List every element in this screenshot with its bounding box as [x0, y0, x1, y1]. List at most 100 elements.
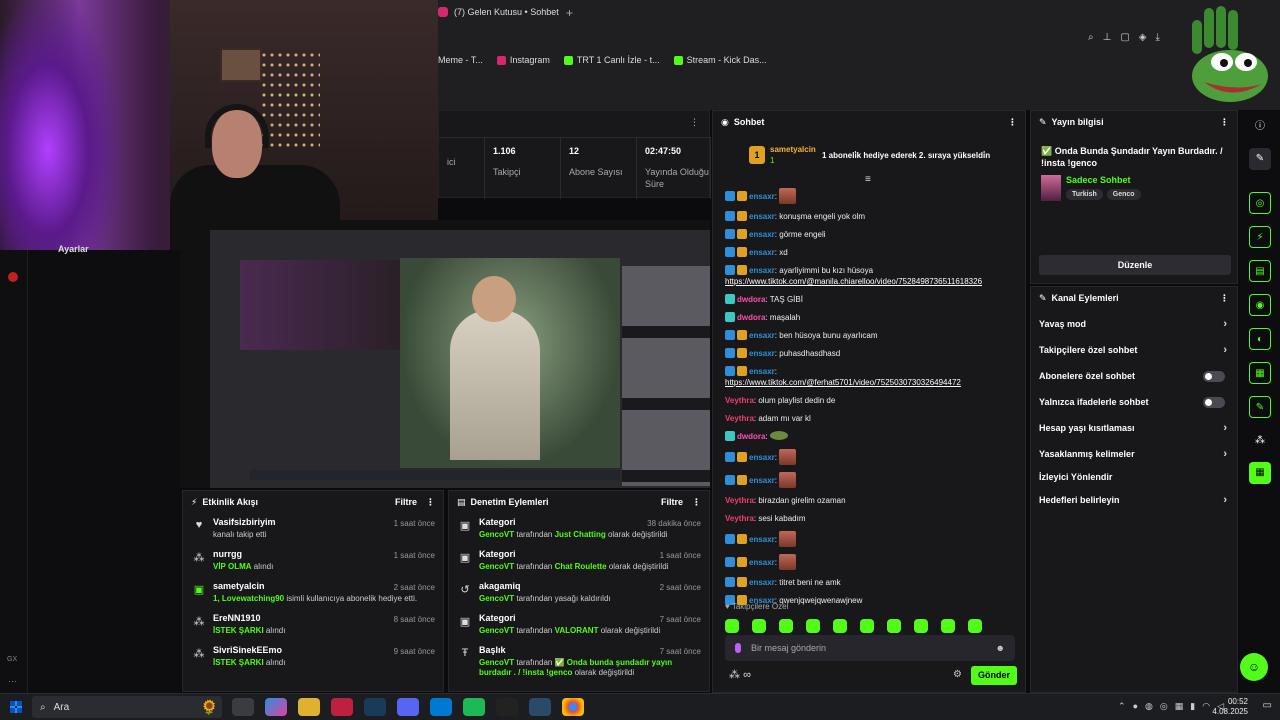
broadcast-icon[interactable]: ◐	[1249, 328, 1271, 350]
capture-icon[interactable]: ◎	[1249, 192, 1271, 214]
game-icon[interactable]	[529, 698, 551, 716]
chrome-icon[interactable]	[562, 698, 584, 716]
chat-username[interactable]: ensaxr	[749, 230, 775, 239]
activity-filter-button[interactable]: Filtre	[395, 497, 417, 507]
toggle-switch[interactable]	[1203, 370, 1225, 382]
chat-username[interactable]: dwdora	[737, 432, 765, 441]
toggle-switch[interactable]	[1203, 396, 1225, 408]
moderation-row[interactable]: Ŧ Başlık 7 saat önce GencoVT tarafından ✅ O…	[449, 641, 709, 677]
emote-7-icon[interactable]	[887, 619, 901, 633]
emote-3-icon[interactable]	[779, 619, 793, 633]
channel-action-row[interactable]: Hesap yaşı kısıtlaması ›	[1031, 415, 1237, 441]
discord-icon[interactable]	[397, 698, 419, 716]
support-fab-icon[interactable]: ☺	[1240, 653, 1268, 681]
stats-menu-icon[interactable]: ⋮	[690, 117, 699, 128]
chat-username[interactable]: ensaxr	[749, 331, 775, 340]
zoom-icon[interactable]: ⌕	[1088, 32, 1094, 43]
channel-action-row[interactable]: İzleyici Yönlendir	[1031, 467, 1237, 487]
channel-action-row[interactable]: Takipçilere özel sohbet ›	[1031, 337, 1237, 363]
emote-6-icon[interactable]	[860, 619, 874, 633]
chevron-up-icon[interactable]: ⌃	[1118, 701, 1126, 712]
stream-info-menu-icon[interactable]: ⋮	[1220, 117, 1229, 128]
file-explorer-icon[interactable]	[298, 698, 320, 716]
windows-start-icon[interactable]	[10, 701, 22, 713]
chat-username[interactable]: ensaxr	[749, 578, 775, 587]
moderator-name[interactable]: GencoVT	[479, 594, 514, 603]
bookmark-2[interactable]: TRT 1 Canlı İzle - t...	[563, 55, 660, 65]
moderator-name[interactable]: GencoVT	[479, 658, 514, 667]
moderation-row[interactable]: ▣ Kategori 1 saat önce GencoVT tarafından C…	[449, 545, 709, 577]
tool-icon[interactable]: ✎	[1249, 396, 1271, 418]
taskbar-search[interactable]: ⌕ Ara 🌻	[32, 696, 222, 718]
notification-icon[interactable]: ▭	[1263, 700, 1272, 711]
info-icon[interactable]: ⓘ	[1249, 116, 1271, 138]
activity-row[interactable]: ⁂ EreNN1910 8 saat önce İSTEK ŞARKI alındı	[183, 609, 443, 641]
moderator-name[interactable]: GencoVT	[479, 626, 514, 635]
moderation-row[interactable]: ↺ akagamiq 2 saat önce GencoVT tarafından y…	[449, 577, 709, 609]
activity-menu-icon[interactable]: ⋮	[426, 497, 435, 508]
chat-username[interactable]: ensaxr	[749, 212, 775, 221]
chat-menu-icon[interactable]: ⋮	[1008, 117, 1017, 128]
moderation-menu-icon[interactable]: ⋮	[692, 497, 701, 508]
pinned-user[interactable]: sametyalcin	[770, 145, 816, 154]
lightning-icon[interactable]: ⚡	[1249, 226, 1271, 248]
edit-button[interactable]: Düzenle	[1039, 255, 1231, 275]
emote-2-icon[interactable]	[752, 619, 766, 633]
record-icon[interactable]	[8, 272, 18, 282]
activity-row[interactable]: ⁂ SivriSinekEEmo 9 saat önce İSTEK ŞARKI al…	[183, 641, 443, 673]
channel-actions-menu-icon[interactable]: ⋮	[1220, 293, 1229, 304]
chat-username[interactable]: Veythra	[725, 396, 754, 405]
chat-username[interactable]: ensaxr	[749, 367, 775, 376]
emote-4-icon[interactable]	[806, 619, 820, 633]
emote-10-icon[interactable]	[968, 619, 982, 633]
bookmark-0[interactable]: Meme - T...	[438, 55, 483, 65]
bookmark-1[interactable]: Instagram	[496, 55, 550, 65]
more-icon[interactable]: …	[8, 674, 17, 684]
activity-row[interactable]: ⁂ nurrgg 1 saat önce VİP OLMA alındı	[183, 545, 443, 577]
emote-8-icon[interactable]	[914, 619, 928, 633]
chat-username[interactable]: ensaxr	[749, 349, 775, 358]
tray-app-icon[interactable]: ●	[1133, 701, 1138, 712]
chat-input[interactable]: Bir mesaj gönderin ☻	[725, 635, 1015, 661]
nodes-icon[interactable]: ⁂	[1249, 430, 1271, 452]
chat-username[interactable]: ensaxr	[749, 248, 775, 257]
steam-icon[interactable]	[364, 698, 386, 716]
opera-gx-icon[interactable]	[331, 698, 353, 716]
activity-row[interactable]: ▣ sametyalcin 2 saat önce 1, Lovewatching90…	[183, 577, 443, 609]
chat-username[interactable]: Veythra	[725, 414, 754, 423]
emote-9-icon[interactable]	[941, 619, 955, 633]
chat-link[interactable]: https://www.tiktok.com/@ferhat5701/video…	[725, 378, 961, 387]
obs-icon[interactable]	[496, 698, 518, 716]
shield-icon[interactable]: ◈	[1139, 32, 1147, 43]
outlook-icon[interactable]	[430, 698, 452, 716]
bookmark-3[interactable]: Stream - Kick Das...	[673, 55, 767, 65]
moderation-row[interactable]: ▣ Kategori 7 saat önce GencoVT tarafından V…	[449, 609, 709, 641]
new-tab-button[interactable]: +	[566, 6, 573, 20]
chat-username[interactable]: ensaxr	[749, 558, 775, 567]
send-button[interactable]: Gönder	[971, 666, 1017, 685]
chat-username[interactable]: dwdora	[737, 295, 765, 304]
chat-username[interactable]: Veythra	[725, 514, 754, 523]
emote-5-icon[interactable]	[833, 619, 847, 633]
chat-username[interactable]: ensaxr	[749, 453, 775, 462]
stack-icon[interactable]: ▦	[1249, 362, 1271, 384]
activity-row[interactable]: ♥ Vasifsizbiriyim 1 saat önce kanalı takip …	[183, 513, 443, 545]
crop-icon[interactable]: ▢	[1120, 32, 1129, 43]
pencil-icon[interactable]: ✎	[1249, 148, 1271, 170]
channel-action-row[interactable]: Yalnızca ifadelerle sohbet	[1031, 389, 1237, 415]
download-icon[interactable]: ⤓	[1155, 32, 1159, 43]
browser-tab[interactable]: (7) Gelen Kutusu • Sohbet	[438, 3, 578, 21]
opera-tray-icon[interactable]: ◎	[1160, 701, 1168, 712]
infinity-icon[interactable]: ⁂ ∞	[729, 668, 751, 681]
wifi-icon[interactable]: ◠	[1202, 701, 1210, 712]
chat-username[interactable]: dwdora	[737, 313, 765, 322]
chat-username[interactable]: ensaxr	[749, 535, 775, 544]
chat-username[interactable]: ensaxr	[749, 266, 775, 275]
document-icon[interactable]: ▤	[1249, 260, 1271, 282]
clapper-icon[interactable]: ▦	[1249, 462, 1271, 484]
mic-tray-icon[interactable]: ▮	[1190, 701, 1195, 712]
spotify-icon[interactable]	[463, 698, 485, 716]
emoji-icon[interactable]: ☻	[996, 643, 1005, 653]
chat-username[interactable]: ensaxr	[749, 192, 775, 201]
steam-tray-icon[interactable]: ◍	[1145, 701, 1153, 712]
